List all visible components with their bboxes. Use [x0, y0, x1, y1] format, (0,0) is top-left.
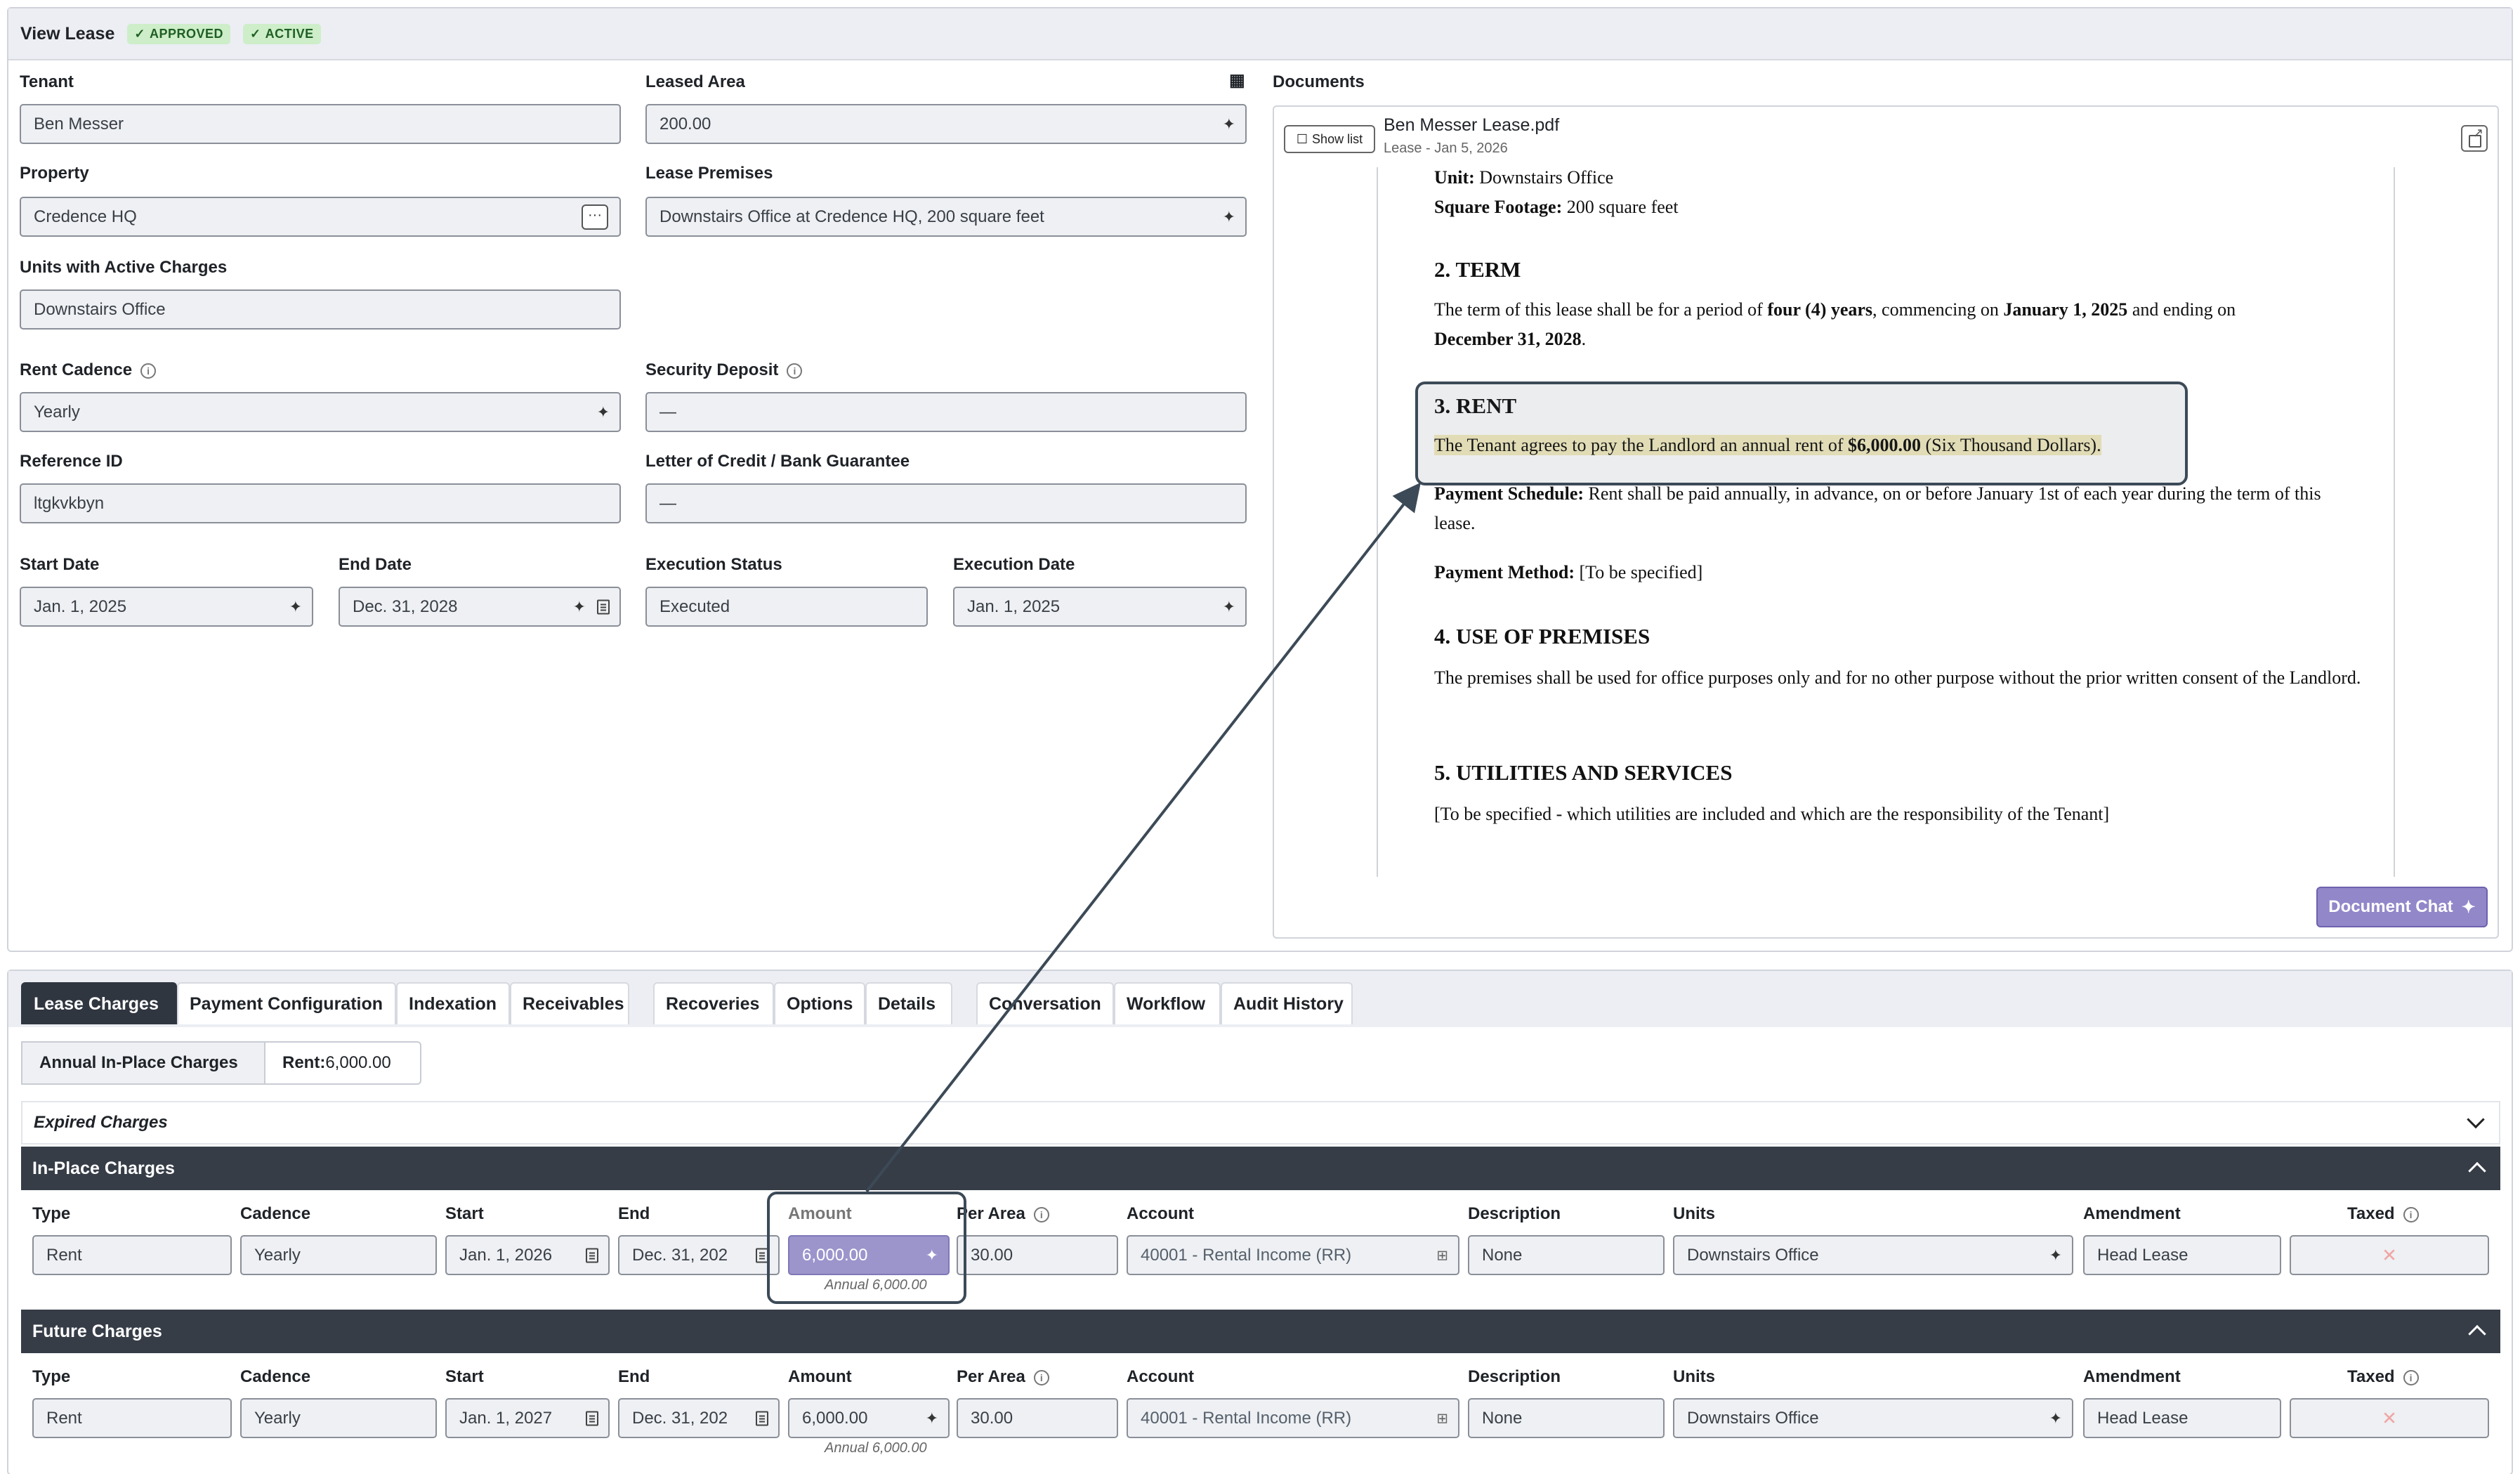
source-link-arrow [865, 482, 1421, 1193]
